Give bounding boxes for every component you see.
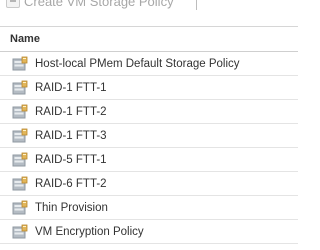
storage-policy-icon xyxy=(12,152,28,166)
policy-name: RAID-1 FTT-2 xyxy=(35,105,107,118)
table-row[interactable]: RAID-1 FTT-2 xyxy=(0,100,298,124)
policy-name: Thin Provision xyxy=(35,201,108,214)
toolbar-separator xyxy=(196,0,197,10)
policy-name: Host-local PMem Default Storage Policy xyxy=(35,57,240,70)
storage-policy-icon xyxy=(12,176,28,190)
policy-name: RAID-1 FTT-3 xyxy=(35,129,107,142)
policy-name: VM Encryption Policy xyxy=(35,225,144,238)
storage-policy-icon xyxy=(12,56,28,70)
table-row[interactable]: VM Encryption Policy xyxy=(0,220,298,244)
column-header-name-label: Name xyxy=(10,33,40,45)
table-row[interactable]: RAID-1 FTT-3 xyxy=(0,124,298,148)
table-row[interactable]: RAID-6 FTT-2 xyxy=(0,172,298,196)
storage-policy-icon xyxy=(12,80,28,94)
storage-policy-icon xyxy=(12,104,28,118)
table-row[interactable]: RAID-5 FTT-1 xyxy=(0,148,298,172)
policy-name: RAID-5 FTT-1 xyxy=(35,153,107,166)
policies-list: Host-local PMem Default Storage Policy R… xyxy=(0,52,298,244)
storage-policy-icon xyxy=(12,200,28,214)
column-header-name[interactable]: Name xyxy=(0,27,298,52)
storage-policy-icon xyxy=(12,224,28,238)
table-row[interactable]: Host-local PMem Default Storage Policy xyxy=(0,52,298,76)
policy-name: RAID-1 FTT-1 xyxy=(35,81,107,94)
toolbar: Create VM Storage Policy xyxy=(0,0,298,22)
table-row[interactable]: Thin Provision xyxy=(0,196,298,220)
create-vm-storage-policy-button[interactable]: Create VM Storage Policy xyxy=(6,0,174,9)
policy-name: RAID-6 FTT-2 xyxy=(35,177,107,190)
create-policy-icon xyxy=(6,0,20,8)
create-vm-storage-policy-label: Create VM Storage Policy xyxy=(24,0,174,9)
policies-grid: Name Host-local PMem Default Storage Pol… xyxy=(0,26,298,244)
table-row[interactable]: RAID-1 FTT-1 xyxy=(0,76,298,100)
storage-policy-icon xyxy=(12,128,28,142)
